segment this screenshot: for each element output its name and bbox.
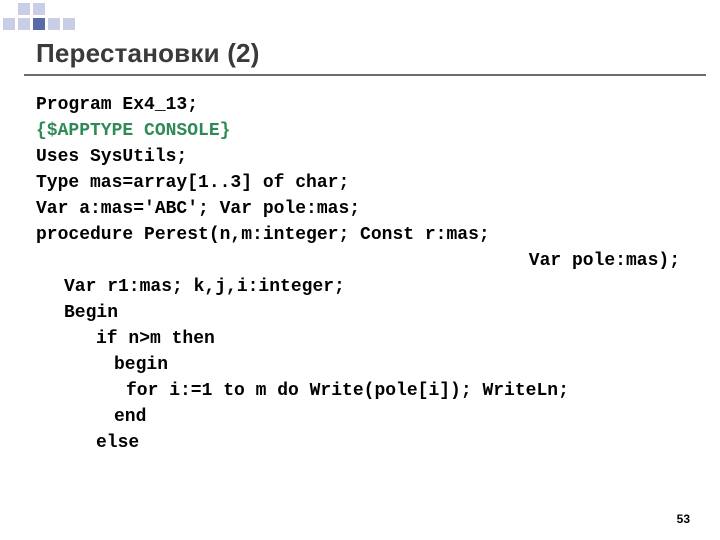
- decor-square: [33, 3, 45, 15]
- code-block: Program Ex4_13; {$APPTYPE CONSOLE} Uses …: [36, 92, 684, 456]
- decor-square: [18, 18, 30, 30]
- code-line: Type mas=array[1..3] of char;: [36, 170, 684, 196]
- decor-square: [33, 18, 45, 30]
- code-line: Program Ex4_13;: [36, 92, 684, 118]
- decor-square: [78, 3, 90, 15]
- code-line: procedure Perest(n,m:integer; Const r:ma…: [36, 222, 684, 248]
- code-line: Var pole:mas);: [36, 248, 684, 274]
- title-underline: [24, 74, 706, 76]
- code-line: Begin: [36, 300, 684, 326]
- code-line: else: [36, 430, 684, 456]
- decor-square: [63, 3, 75, 15]
- code-line: {$APPTYPE CONSOLE}: [36, 118, 684, 144]
- decor-square: [3, 18, 15, 30]
- code-line: begin: [36, 352, 684, 378]
- slide-title: Перестановки (2): [36, 38, 260, 69]
- code-line: if n>m then: [36, 326, 684, 352]
- decor-square: [18, 3, 30, 15]
- decor-square: [48, 18, 60, 30]
- page-number: 53: [677, 512, 690, 526]
- code-line: Uses SysUtils;: [36, 144, 684, 170]
- decor-square: [63, 18, 75, 30]
- code-line: Var a:mas='ABC'; Var pole:mas;: [36, 196, 684, 222]
- code-line: for i:=1 to m do Write(pole[i]); WriteLn…: [36, 378, 684, 404]
- corner-decoration: [0, 0, 93, 35]
- code-line: end: [36, 404, 684, 430]
- decor-square: [48, 3, 60, 15]
- code-line: Var r1:mas; k,j,i:integer;: [36, 274, 684, 300]
- decor-square: [3, 3, 15, 15]
- decor-square: [78, 18, 90, 30]
